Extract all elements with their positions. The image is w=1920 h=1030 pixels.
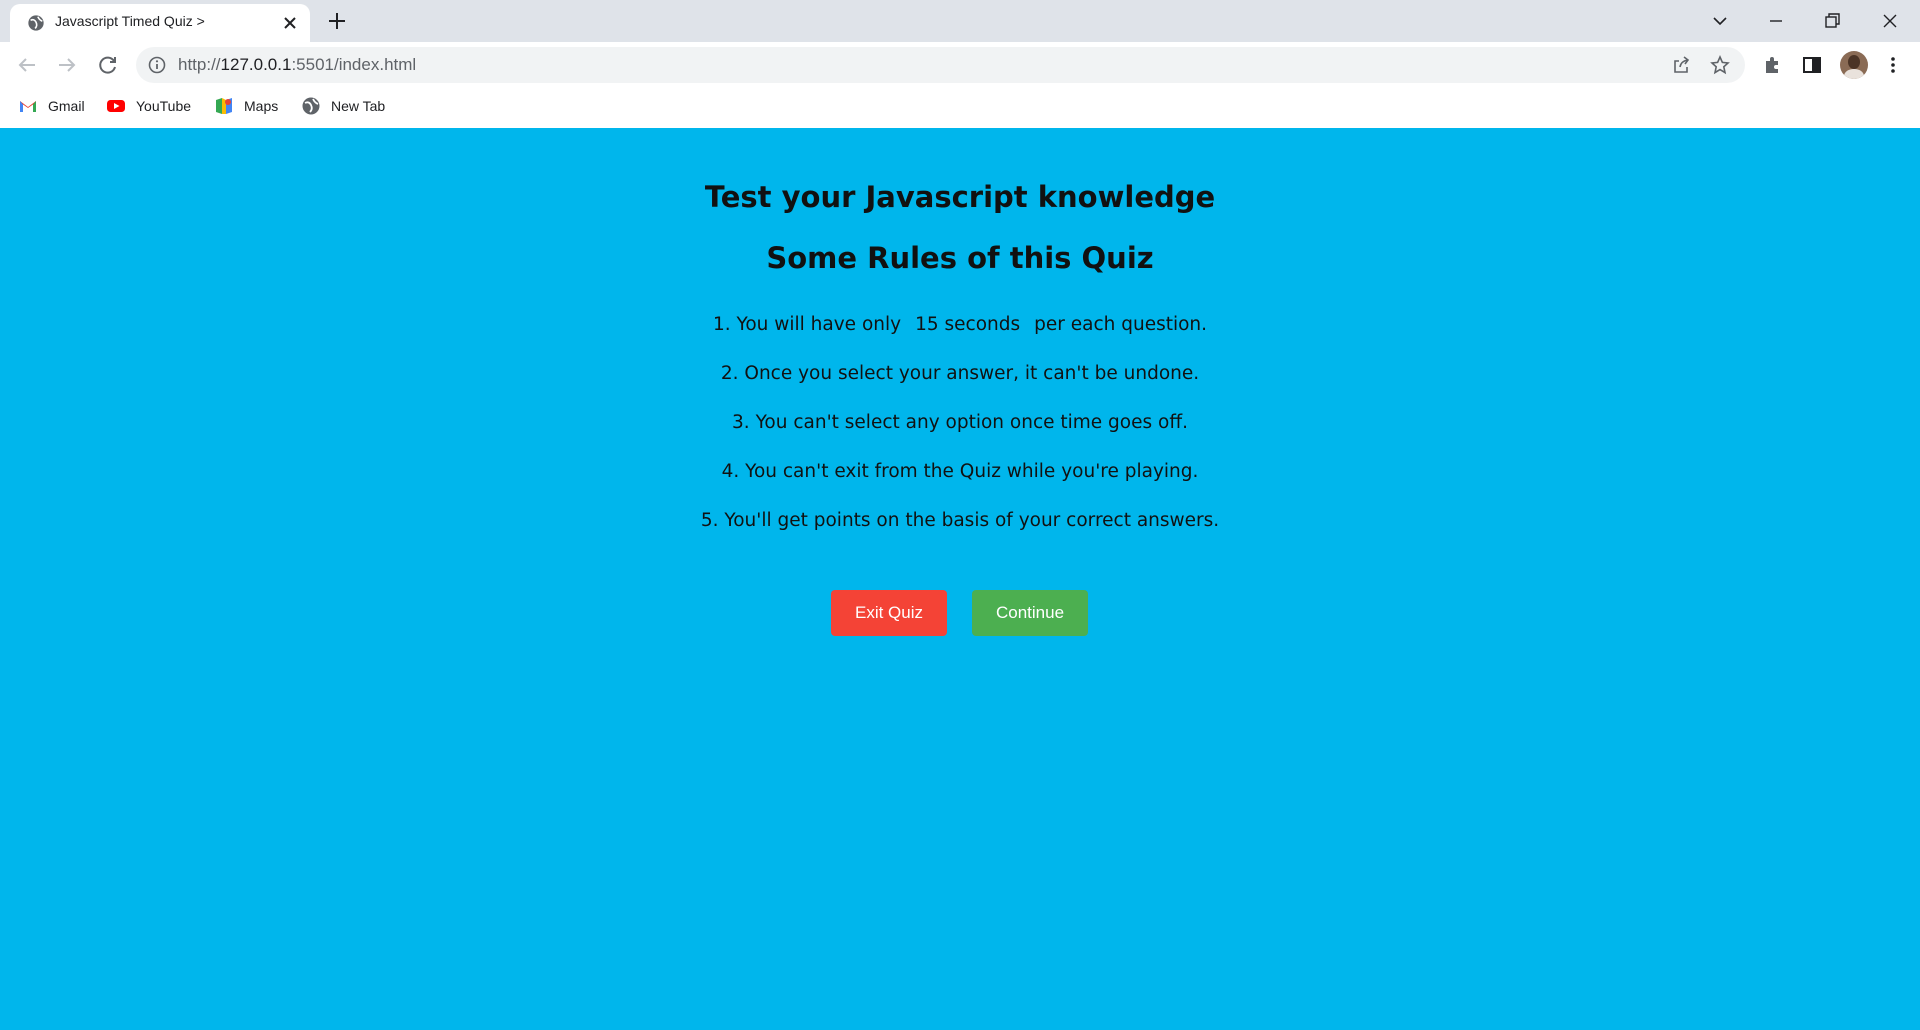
bookmark-maps[interactable]: Maps bbox=[214, 94, 278, 118]
rule-item: 5. You'll get points on the basis of you… bbox=[700, 510, 1220, 531]
rule-item: 2. Once you select your answer, it can't… bbox=[720, 363, 1200, 384]
tab-active[interactable]: Javascript Timed Quiz > bbox=[10, 4, 310, 42]
share-icon[interactable] bbox=[1671, 55, 1691, 75]
info-icon[interactable] bbox=[148, 56, 166, 74]
rule-item: 1. You will have only 15 seconds per each … bbox=[0, 314, 1920, 335]
profile-avatar[interactable] bbox=[1840, 51, 1868, 79]
rule-item: 3. You can't select any option once time… bbox=[732, 412, 1188, 433]
avatar-body bbox=[1844, 69, 1864, 79]
bookmark-star-icon[interactable] bbox=[1710, 55, 1730, 75]
close-icon[interactable] bbox=[280, 13, 300, 33]
url-path: :5501/index.html bbox=[291, 55, 417, 74]
url-host: 127.0.0.1 bbox=[220, 55, 292, 74]
tab-strip: Javascript Timed Quiz > bbox=[0, 0, 1920, 42]
side-panel-icon[interactable] bbox=[1798, 51, 1826, 79]
maps-icon bbox=[216, 98, 232, 114]
tab-title: Javascript Timed Quiz > bbox=[55, 13, 205, 29]
tab-search-icon[interactable] bbox=[1706, 7, 1734, 35]
quiz-rules-page: Test your Javascript knowledge Some Rule… bbox=[0, 128, 1920, 1030]
exit-quiz-button[interactable]: Exit Quiz bbox=[831, 590, 947, 636]
url-prefix: http:// bbox=[178, 55, 221, 74]
gmail-icon bbox=[20, 101, 36, 112]
bookmark-label: YouTube bbox=[136, 98, 192, 114]
bookmark-new-tab[interactable]: New Tab bbox=[301, 94, 385, 118]
extensions-icon[interactable] bbox=[1758, 51, 1786, 79]
globe-icon bbox=[302, 97, 320, 115]
bookmark-youtube[interactable]: YouTube bbox=[106, 94, 191, 118]
url-text: http://127.0.0.1:5501/index.html bbox=[178, 55, 416, 75]
minimize-icon[interactable] bbox=[1762, 7, 1790, 35]
bookmark-label: Maps bbox=[244, 98, 279, 114]
rule-text: 1. You will have only bbox=[712, 314, 902, 335]
page-title: Test your Javascript knowledge bbox=[704, 180, 1216, 214]
youtube-icon bbox=[107, 100, 125, 112]
bookmarks-bar: Gmail YouTube Maps New Tab bbox=[0, 88, 1920, 124]
bookmark-label: New Tab bbox=[331, 98, 386, 114]
continue-button[interactable]: Continue bbox=[972, 590, 1088, 636]
back-icon[interactable] bbox=[13, 51, 41, 79]
bookmark-gmail[interactable]: Gmail bbox=[18, 94, 85, 118]
toolbar: http://127.0.0.1:5501/index.html bbox=[0, 42, 1920, 88]
address-bar[interactable]: http://127.0.0.1:5501/index.html bbox=[136, 47, 1745, 83]
reload-icon[interactable] bbox=[94, 51, 122, 79]
new-tab-icon[interactable] bbox=[326, 10, 348, 32]
browser-chrome: Javascript Timed Quiz > http://127.0.0.1… bbox=[0, 0, 1920, 128]
rules-heading: Some Rules of this Quiz bbox=[766, 241, 1154, 275]
rule-item: 4. You can't exit from the Quiz while yo… bbox=[721, 461, 1199, 482]
restore-icon[interactable] bbox=[1818, 7, 1846, 35]
rule-text: per each question. bbox=[1034, 314, 1208, 335]
bookmark-label: Gmail bbox=[48, 98, 85, 114]
avatar-head bbox=[1848, 55, 1860, 69]
time-limit-highlight: 15 seconds bbox=[915, 314, 1021, 335]
globe-icon bbox=[28, 15, 44, 31]
close-window-icon[interactable] bbox=[1876, 7, 1904, 35]
menu-icon[interactable] bbox=[1879, 51, 1907, 79]
forward-icon[interactable] bbox=[53, 51, 81, 79]
